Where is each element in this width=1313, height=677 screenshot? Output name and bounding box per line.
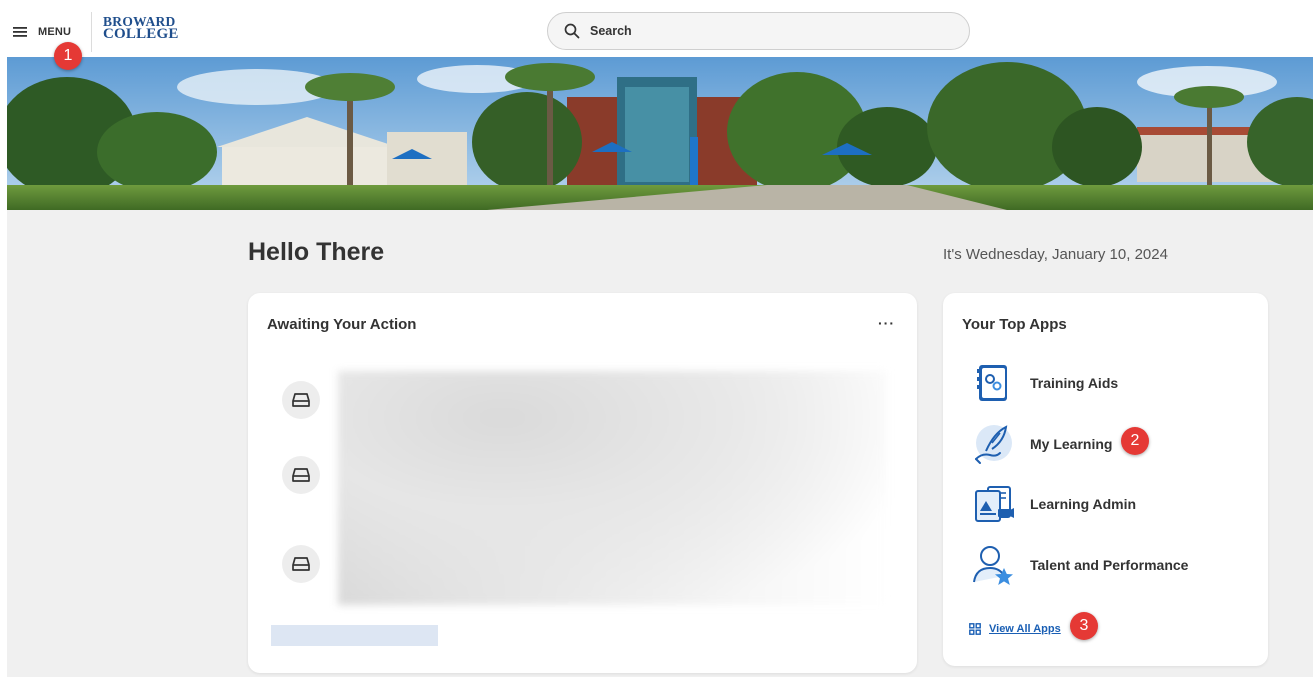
annotation-badge-2: 2: [1121, 427, 1149, 455]
view-all-apps-link[interactable]: View All Apps: [969, 623, 1061, 635]
top-apps-card: Your Top Apps Training Aids My Learning …: [943, 293, 1268, 666]
app-label: Talent and Performance: [1030, 557, 1189, 573]
menu-label: MENU: [38, 26, 72, 38]
app-training-aids[interactable]: Training Aids: [970, 360, 1118, 406]
inbox-icon: [292, 468, 310, 482]
app-my-learning[interactable]: My Learning: [970, 421, 1112, 467]
app-label: Training Aids: [1030, 375, 1119, 391]
broward-college-logo[interactable]: BROWARD COLLEGE: [103, 15, 179, 42]
my-learning-icon: [970, 421, 1016, 467]
talent-performance-icon: [970, 542, 1016, 588]
awaiting-action-card: Awaiting Your Action ···: [248, 293, 917, 673]
inbox-item-icon[interactable]: [282, 545, 320, 583]
app-talent-performance[interactable]: Talent and Performance: [970, 542, 1188, 588]
logo-line-2: COLLEGE: [103, 26, 179, 42]
view-all-apps-label: View All Apps: [989, 623, 1061, 635]
search-input[interactable]: [590, 24, 950, 38]
search-bar[interactable]: [547, 12, 970, 50]
frame-edge: [0, 0, 7, 677]
top-apps-title: Your Top Apps: [962, 316, 1067, 333]
header-divider: [91, 12, 92, 52]
search-icon: [564, 23, 580, 39]
app-learning-admin[interactable]: Learning Admin: [970, 481, 1136, 527]
hamburger-icon: [13, 27, 27, 37]
annotation-badge-3: 3: [1070, 612, 1098, 640]
inbox-icon: [292, 557, 310, 571]
app-label: My Learning: [1030, 436, 1113, 452]
campus-banner-image: [7, 57, 1313, 210]
redacted-content: [338, 371, 886, 605]
grid-icon: [969, 623, 981, 635]
learning-admin-icon: [970, 481, 1016, 527]
inbox-item-icon[interactable]: [282, 456, 320, 494]
app-label: Learning Admin: [1030, 496, 1137, 512]
inbox-item-icon[interactable]: [282, 381, 320, 419]
date-text: It's Wednesday, January 10, 2024: [943, 246, 1168, 263]
annotation-badge-1: 1: [54, 42, 82, 70]
greeting-heading: Hello There: [248, 238, 385, 266]
more-options-button[interactable]: ···: [878, 315, 895, 331]
training-aids-icon: [970, 360, 1016, 406]
awaiting-action-title: Awaiting Your Action: [267, 316, 417, 333]
redacted-link[interactable]: [271, 625, 438, 646]
inbox-icon: [292, 393, 310, 407]
menu-button[interactable]: MENU: [12, 22, 71, 42]
top-header: MENU BROWARD COLLEGE: [0, 6, 1313, 57]
